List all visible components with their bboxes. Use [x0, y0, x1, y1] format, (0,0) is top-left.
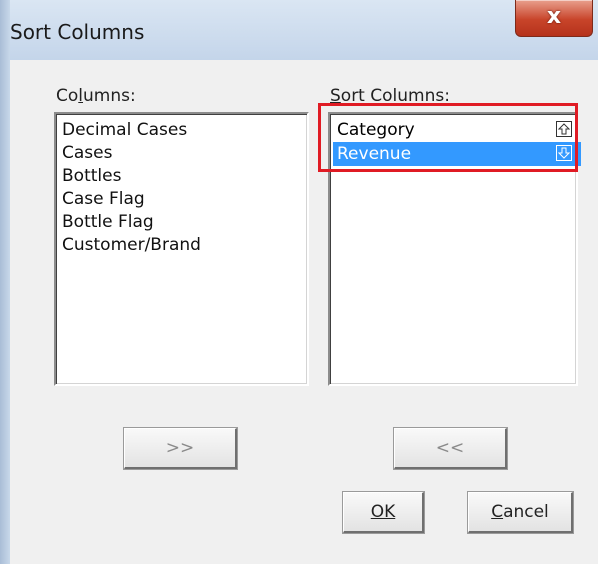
add-column-button-label: >>	[165, 438, 195, 458]
title-bar[interactable]: Sort Columns x	[0, 0, 598, 60]
ok-button-label: OK	[370, 502, 396, 522]
window-title: Sort Columns	[10, 20, 145, 44]
list-item[interactable]: Case Flag	[62, 187, 145, 211]
remove-column-button[interactable]: <<	[394, 428, 507, 469]
list-item[interactable]: Decimal Cases	[62, 118, 187, 142]
remove-column-button-label: <<	[435, 438, 465, 458]
sort-columns-dialog: Sort Columns x Columns: Decimal Cases Ca…	[0, 0, 598, 564]
columns-label: Columns:	[56, 86, 136, 106]
list-item[interactable]: Bottle Flag	[62, 210, 154, 234]
list-item[interactable]: Cases	[62, 141, 112, 165]
list-item[interactable]: Customer/Brand	[62, 233, 201, 257]
close-button[interactable]: x	[515, 0, 593, 37]
list-item[interactable]: Bottles	[62, 164, 121, 188]
highlight-annotation-box	[318, 103, 578, 172]
cancel-rest: ancel	[503, 502, 549, 522]
close-icon: x	[546, 4, 562, 29]
window-left-border	[0, 0, 10, 564]
ok-button[interactable]: OK	[343, 492, 424, 533]
cancel-mnemonic: C	[491, 502, 504, 522]
add-column-button[interactable]: >>	[124, 428, 237, 469]
cancel-button-label: Cancel	[491, 493, 549, 531]
cancel-button[interactable]: Cancel	[468, 492, 573, 533]
columns-listbox[interactable]: Decimal Cases Cases Bottles Case Flag Bo…	[54, 112, 309, 386]
